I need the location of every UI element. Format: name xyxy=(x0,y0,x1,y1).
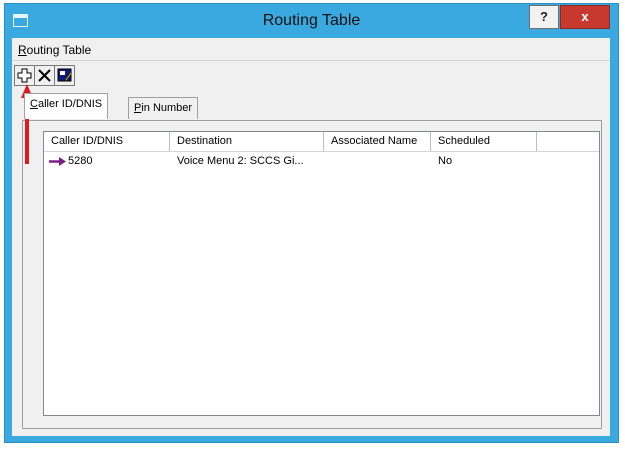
column-associated-name[interactable]: Associated Name xyxy=(324,132,431,151)
cell-caller-id: 5280 xyxy=(68,155,93,167)
help-button[interactable]: ? xyxy=(529,5,559,29)
table-row[interactable]: 5280 Voice Menu 2: SCCS Gi... No xyxy=(44,153,599,170)
x-icon xyxy=(38,69,51,82)
column-destination[interactable]: Destination xyxy=(170,132,324,151)
edit-route-button[interactable] xyxy=(54,65,75,86)
title-bar[interactable]: Routing Table ? x xyxy=(5,4,618,38)
tab-label-rest: aller ID/DNIS xyxy=(37,98,103,110)
menu-label-rest: outing Table xyxy=(26,43,92,57)
routing-table-window: Routing Table ? x Routing Table Caller I… xyxy=(4,3,619,443)
delete-route-button[interactable] xyxy=(34,65,55,86)
menu-accel: R xyxy=(18,43,27,57)
tab-pin-number[interactable]: Pin Number xyxy=(128,97,199,119)
column-caller-id[interactable]: Caller ID/DNIS xyxy=(44,132,170,151)
column-filler xyxy=(537,132,599,151)
list-header: Caller ID/DNIS Destination Associated Na… xyxy=(44,132,599,152)
cell-scheduled: No xyxy=(438,155,453,167)
tab-strip: Caller ID/DNIS Pin Number xyxy=(12,93,610,123)
close-button[interactable]: x xyxy=(560,5,610,29)
tab-label-rest: in Number xyxy=(141,102,193,114)
tab-accel-c: C xyxy=(30,98,38,110)
tab-caller-id-dnis[interactable]: Caller ID/DNIS xyxy=(24,93,109,119)
route-arrow-icon xyxy=(49,157,66,166)
client-area: Routing Table Caller ID/DNIS Pin Number … xyxy=(12,38,610,436)
menu-routing-table[interactable]: Routing Table xyxy=(18,43,91,57)
routing-list[interactable]: Caller ID/DNIS Destination Associated Na… xyxy=(43,131,600,416)
window-title: Routing Table xyxy=(262,12,361,29)
menu-bar: Routing Table xyxy=(12,38,610,61)
column-scheduled[interactable]: Scheduled xyxy=(431,132,537,151)
edit-icon xyxy=(57,68,73,82)
toolbar xyxy=(12,61,610,91)
cell-destination: Voice Menu 2: SCCS Gi... xyxy=(177,155,304,167)
tab-panel: Caller ID/DNIS Destination Associated Na… xyxy=(22,120,602,429)
